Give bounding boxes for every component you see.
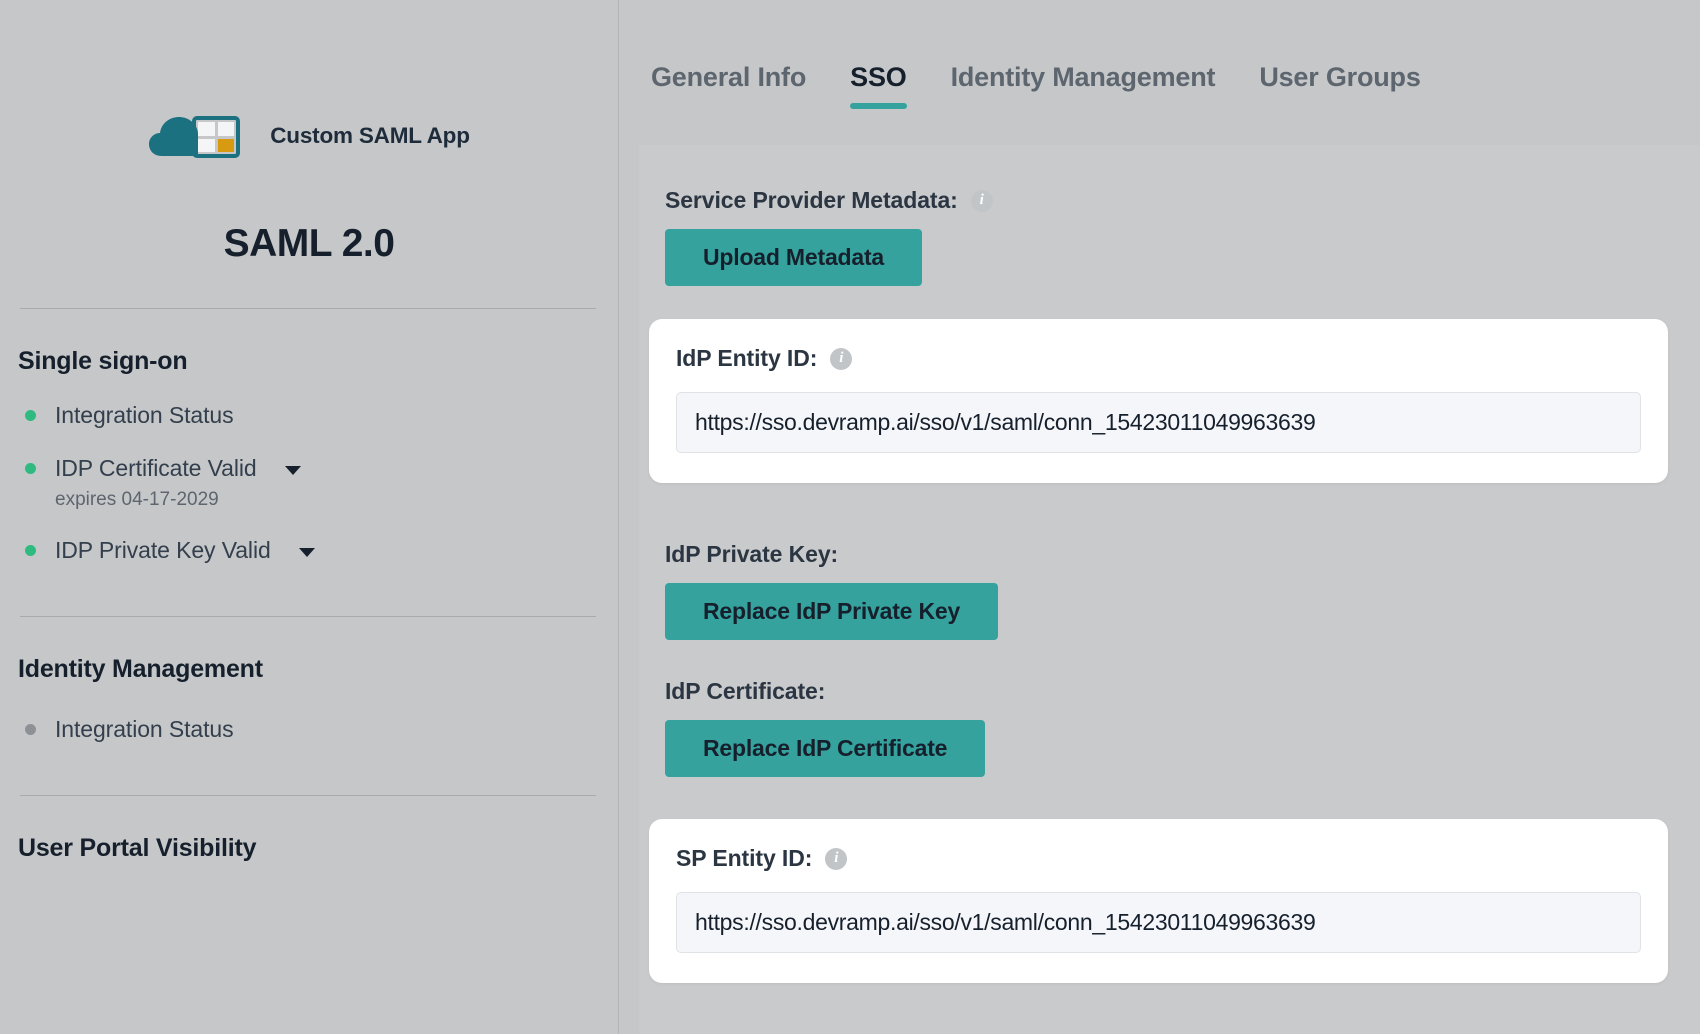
divider-bottom	[20, 795, 596, 796]
sp-entity-id-label-row: SP Entity ID: i	[676, 845, 1641, 872]
divider-top	[20, 308, 596, 309]
field-label: IdP Certificate:	[665, 678, 825, 705]
sso-settings-page: Custom SAML App SAML 2.0 Single sign-on …	[0, 0, 1700, 1034]
tab-label: General Info	[651, 62, 806, 92]
tab-bar: General Info SSO Identity Management Use…	[619, 0, 1700, 109]
sso-panel: Service Provider Metadata: i Upload Meta…	[639, 145, 1700, 1034]
field-label: SP Entity ID:	[676, 845, 812, 872]
tab-general-info[interactable]: General Info	[629, 62, 828, 109]
sp-entity-id-card: SP Entity ID: i	[649, 819, 1668, 983]
sidebar-item-idp-certificate-valid[interactable]: IDP Certificate Valid	[25, 455, 618, 482]
tab-identity-management[interactable]: Identity Management	[929, 62, 1238, 109]
tab-sso[interactable]: SSO	[828, 62, 928, 109]
sidebar-item-label: IDP Certificate Valid	[55, 455, 257, 482]
divider-middle	[20, 616, 596, 617]
tab-label: SSO	[850, 62, 906, 92]
sidebar-item-sso-integration-status[interactable]: Integration Status	[25, 402, 618, 429]
idp-entity-id-card: IdP Entity ID: i	[649, 319, 1668, 483]
cloud-grid-logo-icon	[148, 112, 256, 160]
tab-user-groups[interactable]: User Groups	[1237, 62, 1442, 109]
page-title: SAML 2.0	[0, 222, 618, 266]
idp-entity-id-input[interactable]	[676, 392, 1641, 453]
status-dot-green-icon	[25, 410, 36, 421]
info-icon[interactable]: i	[971, 190, 993, 212]
replace-idp-certificate-button[interactable]: Replace IdP Certificate	[665, 720, 985, 777]
sidebar-item-idp-private-key-valid[interactable]: IDP Private Key Valid	[25, 537, 618, 564]
main-content: General Info SSO Identity Management Use…	[619, 0, 1700, 1034]
idp-private-key-label-row: IdP Private Key:	[665, 541, 1700, 568]
section-title-user-portal-visibility: User Portal Visibility	[18, 834, 618, 863]
idp-private-key-group: IdP Private Key: Replace IdP Private Key	[665, 541, 1700, 640]
info-icon[interactable]: i	[830, 348, 852, 370]
service-provider-metadata-label-row: Service Provider Metadata: i	[665, 187, 1700, 214]
sidebar-item-im-integration-status[interactable]: Integration Status	[25, 716, 618, 743]
tab-label: User Groups	[1259, 62, 1420, 92]
field-label: IdP Private Key:	[665, 541, 838, 568]
app-logo-row: Custom SAML App	[0, 112, 618, 160]
sp-entity-id-input[interactable]	[676, 892, 1641, 953]
sidebar: Custom SAML App SAML 2.0 Single sign-on …	[0, 0, 619, 1034]
status-dot-green-icon	[25, 545, 36, 556]
active-tab-indicator	[850, 103, 906, 109]
field-label: IdP Entity ID:	[676, 345, 817, 372]
idp-certificate-group: IdP Certificate: Replace IdP Certificate	[665, 678, 1700, 777]
info-icon[interactable]: i	[825, 848, 847, 870]
sidebar-item-label: Integration Status	[55, 716, 233, 743]
replace-idp-private-key-button[interactable]: Replace IdP Private Key	[665, 583, 998, 640]
section-title-identity-management: Identity Management	[18, 655, 618, 684]
chevron-down-icon[interactable]	[285, 466, 301, 475]
status-dot-gray-icon	[25, 724, 36, 735]
section-title-single-sign-on: Single sign-on	[18, 347, 618, 376]
status-dot-green-icon	[25, 463, 36, 474]
chevron-down-icon[interactable]	[299, 548, 315, 557]
idp-entity-id-label-row: IdP Entity ID: i	[676, 345, 1641, 372]
idp-certificate-label-row: IdP Certificate:	[665, 678, 1700, 705]
tab-label: Identity Management	[951, 62, 1216, 92]
field-label: Service Provider Metadata:	[665, 187, 958, 214]
idp-certificate-expiry-note: expires 04-17-2029	[55, 489, 618, 511]
sidebar-item-label: IDP Private Key Valid	[55, 537, 271, 564]
service-provider-metadata-group: Service Provider Metadata: i Upload Meta…	[665, 145, 1700, 286]
sidebar-item-label: Integration Status	[55, 402, 233, 429]
upload-metadata-button[interactable]: Upload Metadata	[665, 229, 922, 286]
app-logo-name: Custom SAML App	[270, 123, 470, 149]
